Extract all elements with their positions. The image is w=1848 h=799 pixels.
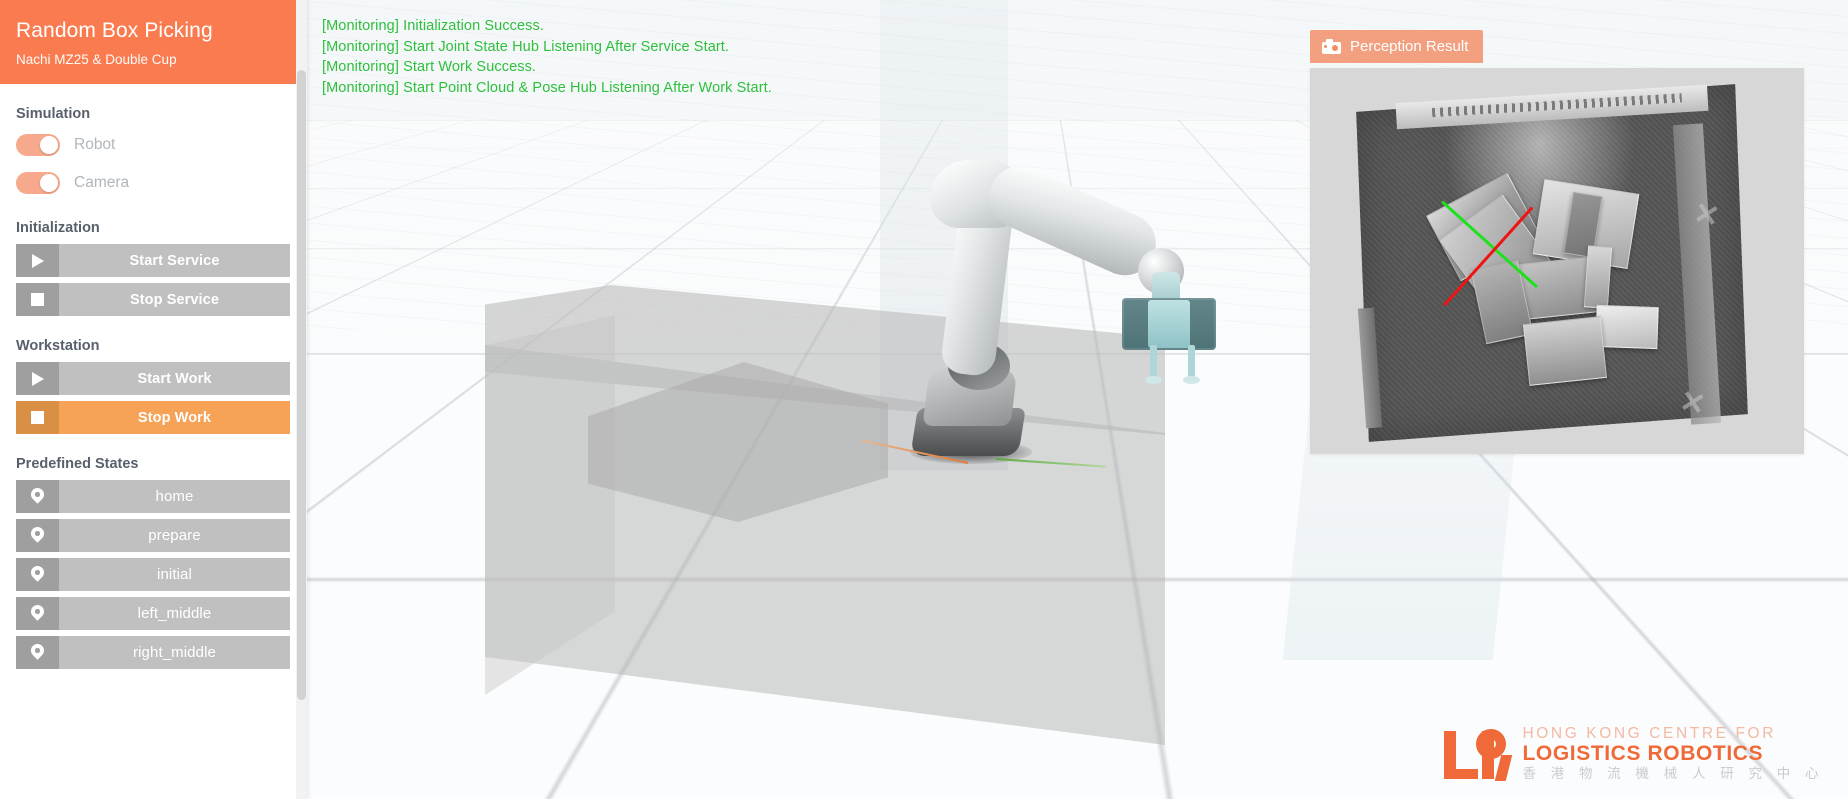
sidebar-body: Simulation Robot Camera Initialization S… bbox=[0, 106, 307, 669]
predefined-states-list: home prepare initial left_middle right_m… bbox=[0, 480, 307, 669]
robot-model[interactable] bbox=[862, 140, 1220, 500]
control-sidebar: Random Box Picking Nachi MZ25 & Double C… bbox=[0, 0, 307, 799]
toggle-label-camera: Camera bbox=[74, 174, 130, 191]
camera-icon bbox=[1322, 39, 1341, 54]
map-pin-icon bbox=[16, 597, 59, 630]
organization-logo: HONG KONG CENTRE FOR LOGISTICS ROBOTICS … bbox=[1442, 725, 1824, 781]
stop-work-label: Stop Work bbox=[59, 401, 290, 434]
stop-icon bbox=[16, 401, 59, 434]
state-button-prepare[interactable]: prepare bbox=[16, 519, 290, 552]
toggle-label-robot: Robot bbox=[74, 136, 116, 153]
map-pin-icon bbox=[16, 480, 59, 513]
logo-line-3: 香 港 物 流 機 械 人 研 究 中 心 bbox=[1522, 765, 1824, 781]
perception-result-panel[interactable]: ✕ ✕ bbox=[1310, 68, 1804, 454]
logo-text: HONG KONG CENTRE FOR LOGISTICS ROBOTICS … bbox=[1522, 725, 1824, 781]
monitoring-log: [Monitoring] Initialization Success. [Mo… bbox=[322, 16, 1222, 98]
sidebar-header: Random Box Picking Nachi MZ25 & Double C… bbox=[0, 0, 307, 84]
lr-logomark-icon bbox=[1442, 725, 1513, 781]
log-line: [Monitoring] Start Work Success. bbox=[322, 59, 537, 75]
sidebar-toggle-robot[interactable]: Robot bbox=[16, 130, 307, 160]
state-label: initial bbox=[59, 558, 290, 591]
page-title: Random Box Picking bbox=[16, 19, 213, 42]
section-label-workstation: Workstation bbox=[16, 338, 100, 354]
sidebar-scrollbar-thumb[interactable] bbox=[297, 70, 306, 700]
stop-icon bbox=[16, 283, 59, 316]
section-label-initialization: Initialization bbox=[16, 220, 100, 236]
gripper-core bbox=[1148, 300, 1190, 348]
suction-cup-left bbox=[1145, 345, 1162, 384]
point-cloud-view: ✕ ✕ bbox=[1310, 68, 1804, 454]
state-label: left_middle bbox=[59, 597, 290, 630]
section-label-predefined-states: Predefined States bbox=[16, 456, 139, 472]
detected-box bbox=[1522, 316, 1608, 386]
sidebar-toggle-camera[interactable]: Camera bbox=[16, 168, 307, 198]
log-line: [Monitoring] Start Point Cloud & Pose Hu… bbox=[322, 79, 772, 96]
play-icon bbox=[16, 244, 59, 277]
start-service-label: Start Service bbox=[59, 244, 290, 277]
map-pin-icon bbox=[16, 519, 59, 552]
detected-box bbox=[1595, 304, 1659, 350]
state-label: prepare bbox=[59, 519, 290, 552]
perception-result-tab[interactable]: Perception Result bbox=[1310, 30, 1484, 63]
sidebar-scrollbar-track[interactable] bbox=[296, 0, 307, 799]
state-button-left-middle[interactable]: left_middle bbox=[16, 597, 290, 630]
axis-y-marker bbox=[995, 458, 1106, 468]
page-subtitle: Nachi MZ25 & Double Cup bbox=[16, 52, 177, 67]
state-button-initial[interactable]: initial bbox=[16, 558, 290, 591]
logo-line-1: HONG KONG CENTRE FOR bbox=[1522, 725, 1776, 742]
stop-work-button[interactable]: Stop Work bbox=[16, 401, 290, 434]
stop-service-button[interactable]: Stop Service bbox=[16, 283, 290, 316]
detected-box bbox=[1583, 245, 1613, 309]
state-label: home bbox=[59, 480, 290, 513]
start-work-label: Start Work bbox=[59, 362, 290, 395]
suction-cup-right bbox=[1183, 345, 1200, 384]
play-icon bbox=[16, 362, 59, 395]
start-service-button[interactable]: Start Service bbox=[16, 244, 290, 277]
state-button-right-middle[interactable]: right_middle bbox=[16, 636, 290, 669]
app-root: [Monitoring] Initialization Success. [Mo… bbox=[0, 0, 1848, 799]
map-pin-icon bbox=[16, 636, 59, 669]
toggle-on-icon[interactable] bbox=[16, 172, 60, 194]
toggle-on-icon[interactable] bbox=[16, 134, 60, 156]
section-label-simulation: Simulation bbox=[16, 106, 91, 122]
log-line: [Monitoring] Start Joint State Hub Liste… bbox=[322, 38, 730, 55]
state-button-home[interactable]: home bbox=[16, 480, 290, 513]
state-label: right_middle bbox=[59, 636, 290, 669]
log-line: [Monitoring] Initialization Success. bbox=[322, 18, 545, 34]
map-pin-icon bbox=[16, 558, 59, 591]
stop-service-label: Stop Service bbox=[59, 283, 290, 316]
perception-result-label: Perception Result bbox=[1350, 38, 1469, 55]
logo-line-2: LOGISTICS ROBOTICS bbox=[1522, 742, 1764, 766]
start-work-button[interactable]: Start Work bbox=[16, 362, 290, 395]
